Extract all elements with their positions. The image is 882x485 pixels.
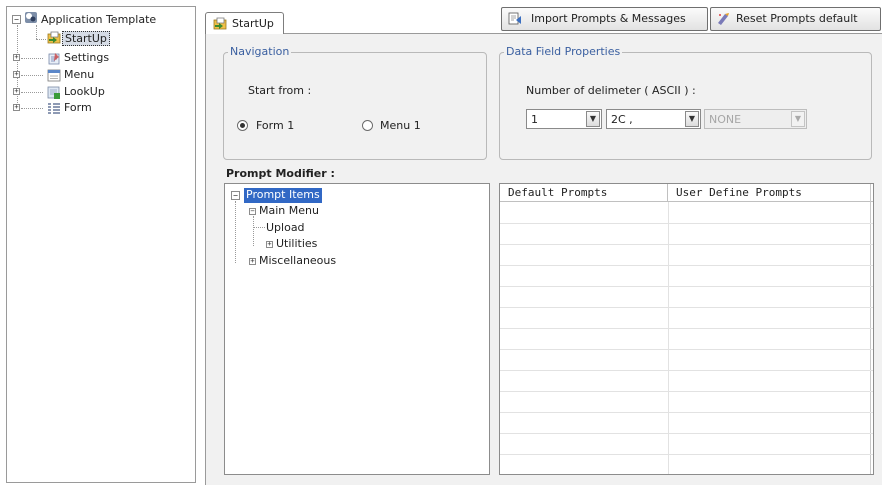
tree-item-label: Prompt Items — [246, 188, 320, 201]
chevron-down-icon[interactable]: ▼ — [586, 111, 600, 127]
start-from-label: Start from : — [248, 84, 312, 97]
tree-item-label: Form — [64, 101, 92, 114]
import-prompts-button[interactable]: Import Prompts & Messages — [501, 7, 708, 31]
tree-root-label: Application Template — [41, 13, 157, 26]
radio-menu-1[interactable] — [362, 120, 373, 131]
delimiter-extra-value: NONE — [709, 113, 742, 126]
app-template-icon — [25, 12, 37, 23]
collapse-toggle[interactable]: − — [249, 208, 256, 215]
prompt-table: Default Prompts User Define Prompts — [499, 183, 874, 475]
tree-item-main-menu[interactable]: Main Menu — [259, 204, 319, 218]
reset-prompts-button[interactable]: Reset Prompts default — [710, 7, 881, 31]
delimiter-char-value: 2C , — [611, 113, 633, 126]
lookup-icon — [47, 86, 60, 99]
startup-panel: Navigation Start from : Form 1 Menu 1 Da… — [205, 33, 882, 485]
navigation-legend: Navigation — [228, 45, 292, 58]
chevron-down-icon[interactable]: ▼ — [685, 111, 699, 127]
startup-icon — [47, 31, 61, 44]
expand-toggle[interactable]: + — [249, 258, 256, 265]
app-tree-panel: − Application Template StartUp + Setting… — [6, 6, 196, 483]
radio-menu-1-label[interactable]: Menu 1 — [380, 119, 421, 132]
expand-toggle[interactable]: + — [266, 241, 273, 248]
tree-item-upload[interactable]: Upload — [266, 221, 305, 235]
delimiter-label: Number of delimeter ( ASCII ) : — [526, 84, 696, 97]
tree-item-label: Menu — [64, 68, 95, 81]
expand-toggle[interactable]: + — [13, 54, 20, 61]
tree-item-label: Utilities — [276, 237, 318, 250]
menu-icon — [47, 69, 61, 82]
tree-root-row[interactable]: Application Template — [41, 13, 156, 27]
expand-toggle[interactable]: + — [13, 88, 20, 95]
tree-item-settings[interactable]: Settings — [64, 51, 109, 65]
column-header-user-define-prompts[interactable]: User Define Prompts — [668, 184, 873, 202]
startup-icon — [213, 17, 227, 30]
form-icon — [48, 103, 60, 114]
tree-item-startup[interactable]: StartUp — [62, 31, 110, 46]
tree-item-prompt-items[interactable]: Prompt Items — [244, 188, 322, 203]
expand-toggle[interactable]: + — [13, 71, 20, 78]
delimiter-count-value: 1 — [531, 113, 538, 126]
radio-form-1-label[interactable]: Form 1 — [256, 119, 294, 132]
reset-icon — [718, 13, 729, 25]
tree-item-form[interactable]: Form — [64, 101, 92, 115]
tree-item-utilities[interactable]: Utilities — [276, 237, 317, 251]
tab-startup[interactable]: StartUp — [205, 12, 284, 34]
tree-item-label: Main Menu — [259, 204, 319, 217]
import-icon — [508, 12, 521, 25]
expand-toggle[interactable]: + — [13, 104, 20, 111]
tree-item-miscellaneous[interactable]: Miscellaneous — [259, 254, 336, 268]
tree-item-label: Miscellaneous — [259, 254, 337, 267]
chevron-down-icon: ▼ — [791, 111, 805, 127]
settings-icon — [48, 53, 60, 65]
collapse-toggle[interactable]: − — [12, 15, 21, 24]
delimiter-extra-select: NONE ▼ — [704, 109, 807, 129]
data-field-properties-group: Data Field Properties Number of delimete… — [499, 45, 872, 160]
tree-item-menu[interactable]: Menu — [64, 68, 94, 82]
data-field-legend: Data Field Properties — [504, 45, 623, 58]
prompt-items-tree: − Prompt Items − Main Menu Upload + Util… — [224, 183, 490, 475]
delimiter-count-select[interactable]: 1 ▼ — [526, 109, 602, 129]
prompt-modifier-title: Prompt Modifier : — [226, 167, 335, 180]
column-header-default-prompts[interactable]: Default Prompts — [500, 184, 668, 202]
tree-item-label: LookUp — [64, 85, 105, 98]
delimiter-char-select[interactable]: 2C , ▼ — [606, 109, 701, 129]
tree-item-lookup[interactable]: LookUp — [64, 85, 105, 99]
tree-item-label: Settings — [64, 51, 110, 64]
tab-label: StartUp — [232, 17, 274, 30]
import-prompts-label: Import Prompts & Messages — [531, 12, 686, 25]
navigation-group: Navigation Start from : Form 1 Menu 1 — [223, 45, 487, 160]
tree-item-label: Upload — [266, 221, 305, 234]
tree-item-label: StartUp — [65, 32, 107, 45]
main-area: StartUp Import Prompts & Messages Reset … — [201, 0, 882, 485]
collapse-toggle[interactable]: − — [231, 191, 240, 200]
radio-form-1[interactable] — [237, 120, 248, 131]
reset-prompts-label: Reset Prompts default — [736, 12, 858, 25]
